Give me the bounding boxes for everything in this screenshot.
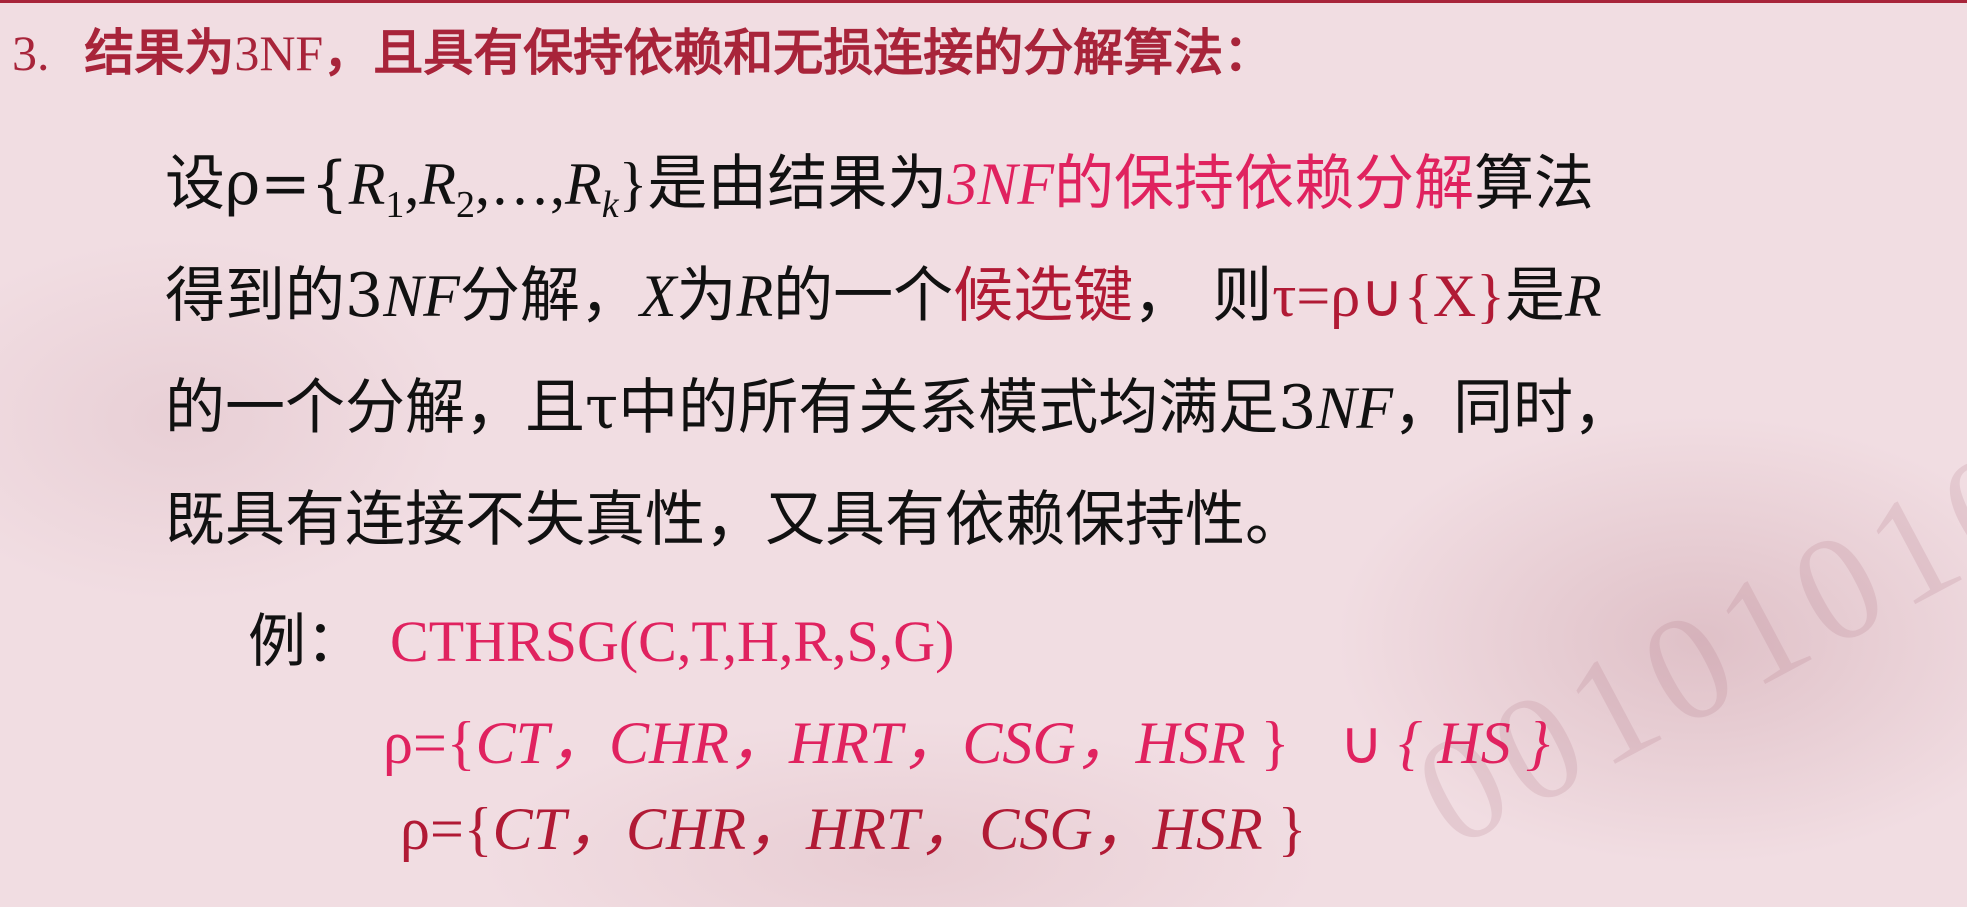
r-symbol: R — [348, 151, 386, 217]
r-symbol: R — [1564, 263, 1602, 329]
heading-text-b: ，且具有保持依赖和无损连接的分解算法： — [323, 23, 1274, 82]
text: 的一个 — [773, 261, 954, 331]
heading-text-a: 结果为 — [84, 23, 235, 82]
definition-paragraph: 设ρ={R1,R2,…,Rk}是由结果为3NF的保持依赖分解算法 得到的3NF分… — [165, 128, 1950, 576]
text: 是 — [1504, 261, 1565, 331]
rho-items: CT，CHR，HRT，CSG，HSR — [475, 710, 1246, 776]
slide: 00101010 3. 结果为3NF，且具有保持依赖和无损连接的分解算法： 设ρ… — [0, 0, 1967, 907]
r-symbol: R — [736, 263, 774, 329]
text: 的一个分解，且τ中的所有关系模式均满足3 — [165, 373, 1317, 443]
rho-decomposition-final: ρ={CT，CHR，HRT，CSG，HSR } — [400, 786, 1306, 872]
rho-open: 设ρ={ — [165, 149, 349, 219]
comma: , — [404, 151, 420, 217]
text: ， 则 — [1133, 261, 1273, 331]
text: 得到的3 — [165, 261, 384, 331]
highlight-preserving-decomposition: 的保持依赖分解 — [1054, 149, 1475, 219]
nf-symbol: NF — [1316, 375, 1394, 441]
subscript-2: 2 — [456, 184, 476, 226]
brace-close: } — [618, 151, 648, 217]
subscript-1: 1 — [385, 184, 405, 226]
tau-formula: τ=ρ∪{X} — [1272, 263, 1505, 329]
example-label: 例： — [248, 607, 365, 675]
heading-number: 3. — [12, 25, 50, 81]
para-line-1: 设ρ={R1,R2,…,Rk}是由结果为3NF的保持依赖分解算法 — [165, 128, 1950, 240]
rho-open: ρ={ — [383, 710, 476, 776]
r-symbol: R — [419, 151, 457, 217]
text: 算法 — [1474, 149, 1595, 219]
key-set: { HS } — [1398, 710, 1550, 776]
text: 为 — [676, 261, 737, 331]
nf-symbol: NF — [383, 263, 460, 329]
subscript-k: k — [601, 184, 619, 226]
union-symbol: ∪ — [1339, 710, 1384, 776]
rho-decomposition-with-key: ρ={CT，CHR，HRT，CSG，HSR } ∪ { HS } — [383, 700, 1550, 786]
para-line-4: 既具有连接不失真性，又具有依赖保持性。 — [165, 485, 1305, 555]
rho-open: ρ={ — [400, 796, 493, 862]
r-symbol: R — [565, 151, 602, 217]
highlight-candidate-key: 候选键 — [953, 261, 1134, 331]
example-line: 例： CTHRSG(C,T,H,R,S,G) — [248, 598, 955, 685]
para-line-3: 的一个分解，且τ中的所有关系模式均满足3NF，同时， — [165, 352, 1950, 464]
x-symbol: X — [639, 263, 677, 329]
para-line-2: 得到的3NF分解，X为R的一个候选键， 则τ=ρ∪{X}是R — [165, 240, 1950, 352]
pink-3nf: 3NF — [947, 151, 1055, 217]
text: 分解， — [459, 261, 640, 331]
heading-3nf: 3NF — [234, 25, 324, 81]
text: ，同时， — [1393, 373, 1634, 443]
example-relation: CTHRSG(C,T,H,R,S,G) — [390, 609, 955, 674]
ellipsis: ,…, — [475, 151, 566, 217]
top-rule — [0, 0, 1967, 3]
rho-items: CT，CHR，HRT，CSG，HSR — [492, 796, 1263, 862]
brace-close: } — [1260, 710, 1290, 776]
text: 是由结果为 — [647, 149, 948, 219]
brace-close: } — [1277, 796, 1307, 862]
section-heading: 3. 结果为3NF，且具有保持依赖和无损连接的分解算法： — [12, 18, 1957, 88]
